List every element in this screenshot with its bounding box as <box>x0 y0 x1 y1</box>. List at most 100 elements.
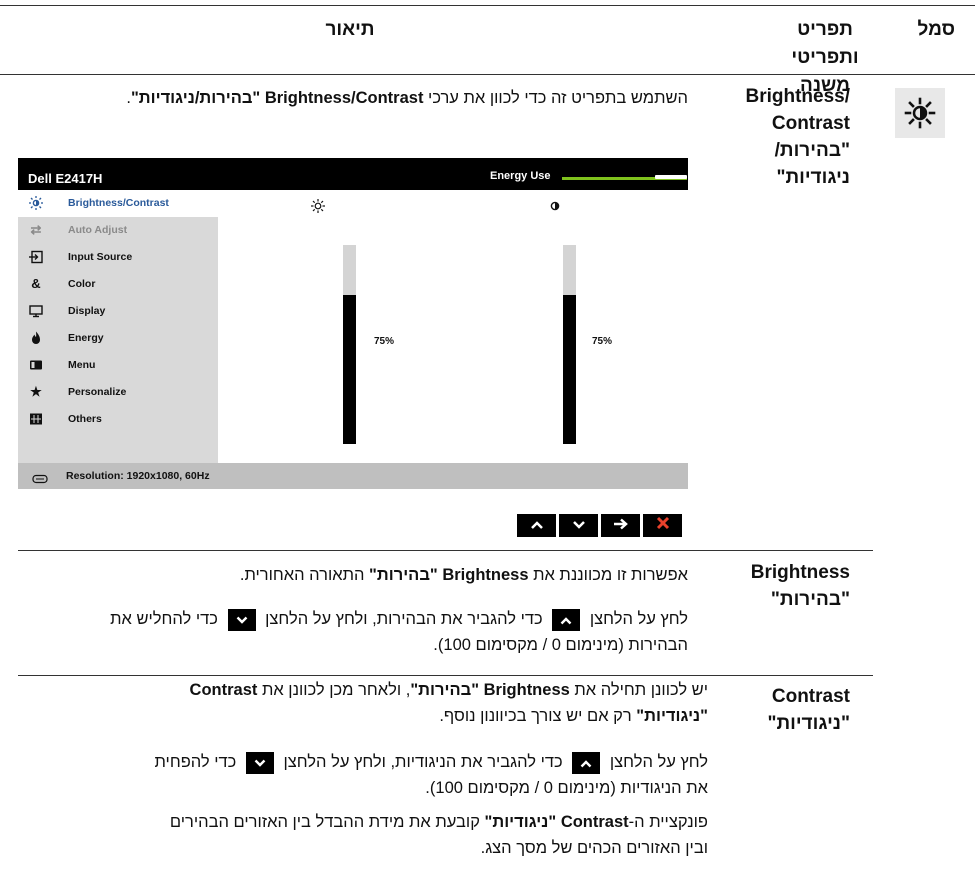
right-arrow-icon <box>613 518 628 530</box>
row3-p1-post: רק אם יש צורך בכיוונון נוסף. <box>439 707 637 725</box>
row3-p2-b: כדי להגביר את הניגודיות, ולחץ על הלחצן <box>283 753 563 771</box>
header-desc-col: תיאור <box>325 19 375 40</box>
osd-menu-item-input-source[interactable]: Input Source <box>18 244 218 271</box>
top-rule <box>0 5 975 6</box>
osd-menu-label: Others <box>68 413 102 425</box>
header-rule <box>0 74 975 75</box>
osd-menu-label: Brightness/Contrast <box>68 197 169 209</box>
brightness-slider-fill <box>343 295 356 444</box>
row2-paragraph-2: לחץ על הלחצן כדי להגביר את הבהירות, ולחץ… <box>18 606 688 632</box>
contrast-icon-small <box>548 199 562 218</box>
up-arrow-button[interactable] <box>517 514 556 537</box>
energy-use-indicator <box>655 175 687 179</box>
resolution-icon <box>32 471 48 489</box>
row3-p3-bold: Contrast "ניגודיות" <box>484 813 629 831</box>
row3-p3-pre: פונקציית ה- <box>628 813 708 831</box>
osd-screenshot: Dell E2417H Energy Use Brightness/Contra… <box>18 158 688 489</box>
row1-description: השתמש בתפריט זה כדי לכוון את ערכי Bright… <box>18 85 688 111</box>
down-arrow-icon <box>572 521 585 529</box>
osd-main-panel: 75% 75% <box>218 190 688 463</box>
osd-menu-label: Input Source <box>68 251 133 263</box>
row3-paragraph-1: יש לכוונן תחילה את Brightness "בהירות", … <box>18 677 708 703</box>
osd-menu-item-display[interactable]: Display <box>18 298 218 325</box>
down-arrow-button[interactable] <box>559 514 598 537</box>
osd-menu-item-menu[interactable]: Menu <box>18 352 218 379</box>
osd-menu: Brightness/Contrast ⇄ Auto Adjust Input … <box>18 190 218 463</box>
header-icon-col: סמל <box>917 19 955 40</box>
row3-param-name: Contrast "ניגודיות" <box>720 683 850 737</box>
close-x-icon <box>656 516 669 530</box>
row2-rule <box>18 675 873 676</box>
row3-p3-post: קובעת את מידת ההבדל בין האזורים הבהירים <box>169 813 485 831</box>
row3-param-en: Contrast <box>771 686 850 707</box>
row2-param-he: "בהירות" <box>770 589 850 610</box>
resolution-text: Resolution: 1920x1080, 60Hz <box>66 470 210 482</box>
row1-rule <box>18 550 873 551</box>
row3-p1-bold: Brightness "בהירות" <box>410 681 570 699</box>
row2-p1-post: התאורה האחורית. <box>239 566 370 584</box>
row3-p1-mid: , ולאחר מכן לכוונן את <box>257 681 411 699</box>
osd-menu-label: Menu <box>68 359 96 371</box>
row3-p2-d: את הניגודיות (מינימום 0 / מקסימום 100). <box>425 779 708 797</box>
others-icon <box>28 411 44 427</box>
star-icon: ★ <box>30 384 42 399</box>
close-button[interactable] <box>643 514 682 537</box>
row1-param-en: Brightness/ Contrast <box>745 86 850 134</box>
row2-param-name: Brightness "בהירות" <box>720 559 850 613</box>
down-button-inline <box>245 751 274 774</box>
osd-menu-item-others[interactable]: Others <box>18 406 218 433</box>
row3-p2-a: לחץ על הלחצן <box>609 753 708 771</box>
osd-menu-item-color[interactable]: & Color <box>18 271 218 298</box>
row2-p2-d: הבהירות (מינימום 0 / מקסימום 100). <box>433 636 688 654</box>
osd-menu-label: Auto Adjust <box>68 224 128 236</box>
row3-description: יש לכוונן תחילה את Brightness "בהירות", … <box>18 677 708 861</box>
row1-param-he: "בהירות/ ניגודיות" <box>774 140 850 188</box>
auto-adjust-icon: ⇄ <box>30 222 42 237</box>
osd-footer: Resolution: 1920x1080, 60Hz <box>18 463 688 489</box>
display-icon <box>28 303 44 319</box>
up-button-inline <box>572 751 601 774</box>
color-icon: & <box>31 276 41 291</box>
menu-icon <box>28 357 44 373</box>
osd-menu-item-personalize[interactable]: ★ Personalize <box>18 379 218 406</box>
row1-desc-bold: Brightness/Contrast "בהירות/ניגודיות" <box>130 89 424 107</box>
row3-p1-bold2: Contrast <box>189 681 258 699</box>
row3-paragraph-1b: "ניגודיות" רק אם יש צורך בכיוונון נוסף. <box>18 703 708 729</box>
row1-desc-pre: השתמש בתפריט זה כדי לכוון את ערכי <box>423 89 688 107</box>
row3-p1-pre: יש לכוונן תחילה את <box>569 681 708 699</box>
brightness-sun-icon <box>895 88 945 138</box>
row3-p3-line2: ובין האזורים הכהים של מסך הצג. <box>480 839 708 857</box>
energy-icon <box>28 330 44 346</box>
row2-p2-c: כדי להחליש את <box>110 610 218 628</box>
contrast-slider-fill <box>563 295 576 444</box>
row2-description: אפשרות זו מכווננת את Brightness "בהירות"… <box>18 562 688 658</box>
down-button-inline <box>227 608 256 631</box>
right-arrow-button[interactable] <box>601 514 640 537</box>
row2-p2-a: לחץ על הלחצן <box>589 610 688 628</box>
row3-p1-bold3: "ניגודיות" <box>636 707 708 725</box>
osd-menu-item-auto-adjust[interactable]: ⇄ Auto Adjust <box>18 217 218 244</box>
row2-paragraph-1: אפשרות זו מכווננת את Brightness "בהירות"… <box>18 562 688 588</box>
osd-menu-item-energy[interactable]: Energy <box>18 325 218 352</box>
up-button-inline <box>552 608 581 631</box>
brightness-sun-icon-small <box>310 198 326 219</box>
energy-use-label: Energy Use <box>490 170 551 182</box>
row2-p2-b: כדי להגביר את הבהירות, ולחץ על הלחצן <box>265 610 543 628</box>
input-source-icon <box>28 249 44 265</box>
row2-p1-pre: אפשרות זו מכווננת את <box>528 566 688 584</box>
up-arrow-icon <box>580 759 592 767</box>
row3-p2-c: כדי להפחית <box>154 753 237 771</box>
row3-paragraph-2: לחץ על הלחצן כדי להגביר את הניגודיות, ול… <box>18 749 708 775</box>
osd-model-title: Dell E2417H <box>28 171 103 186</box>
osd-menu-label: Color <box>68 278 96 290</box>
osd-menu-item-brightness-contrast[interactable]: Brightness/Contrast <box>18 190 218 217</box>
row2-param-en: Brightness <box>750 562 850 583</box>
brightness-value: 75% <box>374 336 395 347</box>
down-arrow-icon <box>254 759 266 767</box>
up-arrow-icon <box>530 521 543 529</box>
osd-menu-label: Personalize <box>68 386 127 398</box>
row3-paragraph-3: פונקציית ה-Contrast "ניגודיות" קובעת את … <box>18 809 708 835</box>
row1-param-name: Brightness/ Contrast "בהירות/ ניגודיות" <box>720 83 850 191</box>
sun-icon <box>28 195 44 211</box>
row3-param-he: "ניגודיות" <box>767 713 850 734</box>
